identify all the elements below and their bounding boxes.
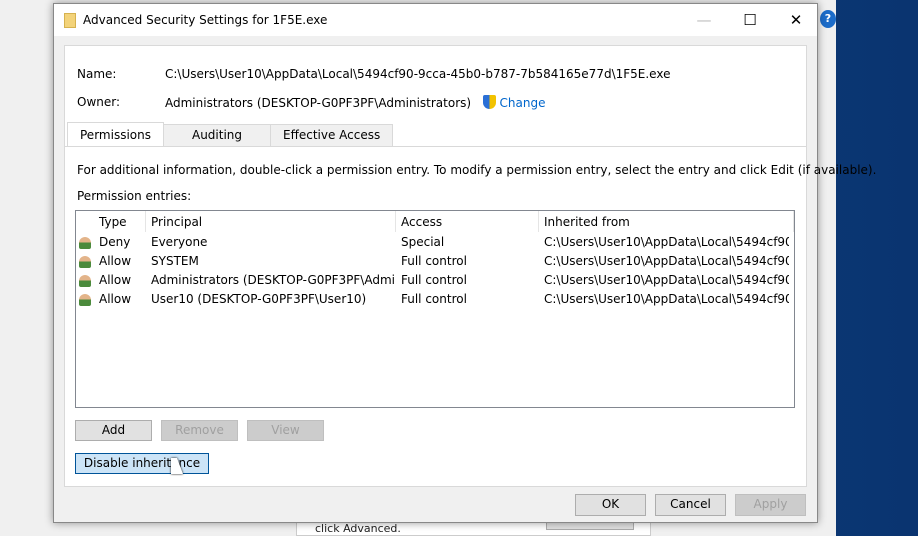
tab-auditing[interactable]: Auditing (162, 124, 272, 146)
cell-type: Allow (99, 254, 132, 268)
cell-inherited-from: C:\Users\User10\AppData\Local\5494cf90-9… (544, 292, 789, 306)
folder-icon (64, 12, 76, 28)
cell-inherited-from: C:\Users\User10\AppData\Local\5494cf90-9… (544, 254, 789, 268)
table-row[interactable]: Deny Everyone Special C:\Users\User10\Ap… (76, 233, 794, 252)
dialog-title: Advanced Security Settings for 1F5E.exe (83, 13, 328, 27)
cell-principal: User10 (DESKTOP-G0PF3PF\User10) (151, 292, 367, 306)
tab-effective-access[interactable]: Effective Access (270, 124, 394, 146)
tab-permissions[interactable]: Permissions (67, 122, 164, 146)
uac-shield-icon (482, 95, 496, 109)
maximize-button[interactable]: ☐ (727, 4, 773, 36)
cell-type: Allow (99, 273, 132, 287)
change-owner-link[interactable]: Change (500, 96, 546, 110)
user-group-icon (76, 233, 94, 252)
user-group-icon (76, 252, 94, 271)
content-panel: Name: C:\Users\User10\AppData\Local\5494… (64, 45, 876, 487)
help-icon[interactable]: ? (820, 10, 836, 28)
cell-inherited-from: C:\Users\User10\AppData\Local\5494cf90-9… (544, 235, 789, 249)
info-text: For additional information, double-click… (77, 163, 877, 177)
view-button[interactable]: View (247, 420, 324, 441)
column-header-access[interactable]: Access (396, 211, 539, 232)
disable-inheritance-button[interactable]: Disable inheritance (75, 453, 209, 474)
cell-access: Full control (401, 254, 467, 268)
minimize-button[interactable]: — (681, 4, 727, 36)
header-spacer (76, 211, 94, 232)
remove-button[interactable]: Remove (161, 420, 238, 441)
cell-principal: Everyone (151, 235, 208, 249)
name-value: C:\Users\User10\AppData\Local\5494cf90-9… (165, 67, 671, 81)
mouse-cursor-icon (171, 458, 183, 474)
owner-value: Administrators (DESKTOP-G0PF3PF\Administ… (165, 96, 472, 110)
table-row[interactable]: Allow User10 (DESKTOP-G0PF3PF\User10) Fu… (76, 290, 794, 309)
permission-entries-list[interactable]: Type Principal Access Inherited from Den… (75, 210, 795, 408)
cell-access: Special (401, 235, 445, 249)
user-group-icon (76, 271, 94, 290)
ok-button[interactable]: OK (575, 494, 646, 516)
cell-inherited-from: C:\Users\User10\AppData\Local\5494cf90-9… (544, 273, 789, 287)
cell-type: Deny (99, 235, 131, 249)
cell-access: Full control (401, 292, 467, 306)
apply-button[interactable]: Apply (735, 494, 806, 516)
add-button[interactable]: Add (75, 420, 152, 441)
table-row[interactable]: Allow SYSTEM Full control C:\Users\User1… (76, 252, 794, 271)
permission-entries-label: Permission entries: (77, 189, 192, 203)
title-bar: Advanced Security Settings for 1F5E.exe … (54, 4, 817, 36)
tab-bar: Permissions Auditing Effective Access (67, 122, 394, 146)
list-header: Type Principal Access Inherited from (76, 211, 794, 233)
name-label: Name: (77, 67, 117, 81)
advanced-security-dialog: Advanced Security Settings for 1F5E.exe … (53, 3, 876, 523)
tab-divider (65, 146, 806, 147)
column-header-type[interactable]: Type (94, 211, 146, 232)
column-header-inherited-from[interactable]: Inherited from (539, 211, 794, 232)
cell-type: Allow (99, 292, 132, 306)
cell-principal: Administrators (DESKTOP-G0PF3PF\Admini..… (151, 273, 396, 287)
background-text: click Advanced. (315, 522, 401, 535)
owner-label: Owner: (77, 95, 121, 109)
close-button[interactable]: ✕ (773, 4, 819, 36)
cancel-button[interactable]: Cancel (655, 494, 726, 516)
table-row[interactable]: Allow Administrators (DESKTOP-G0PF3PF\Ad… (76, 271, 794, 290)
user-group-icon (76, 290, 94, 309)
column-header-principal[interactable]: Principal (146, 211, 396, 232)
cell-principal: SYSTEM (151, 254, 199, 268)
owner-value-group: Administrators (DESKTOP-G0PF3PF\Administ… (165, 95, 545, 110)
cell-access: Full control (401, 273, 467, 287)
